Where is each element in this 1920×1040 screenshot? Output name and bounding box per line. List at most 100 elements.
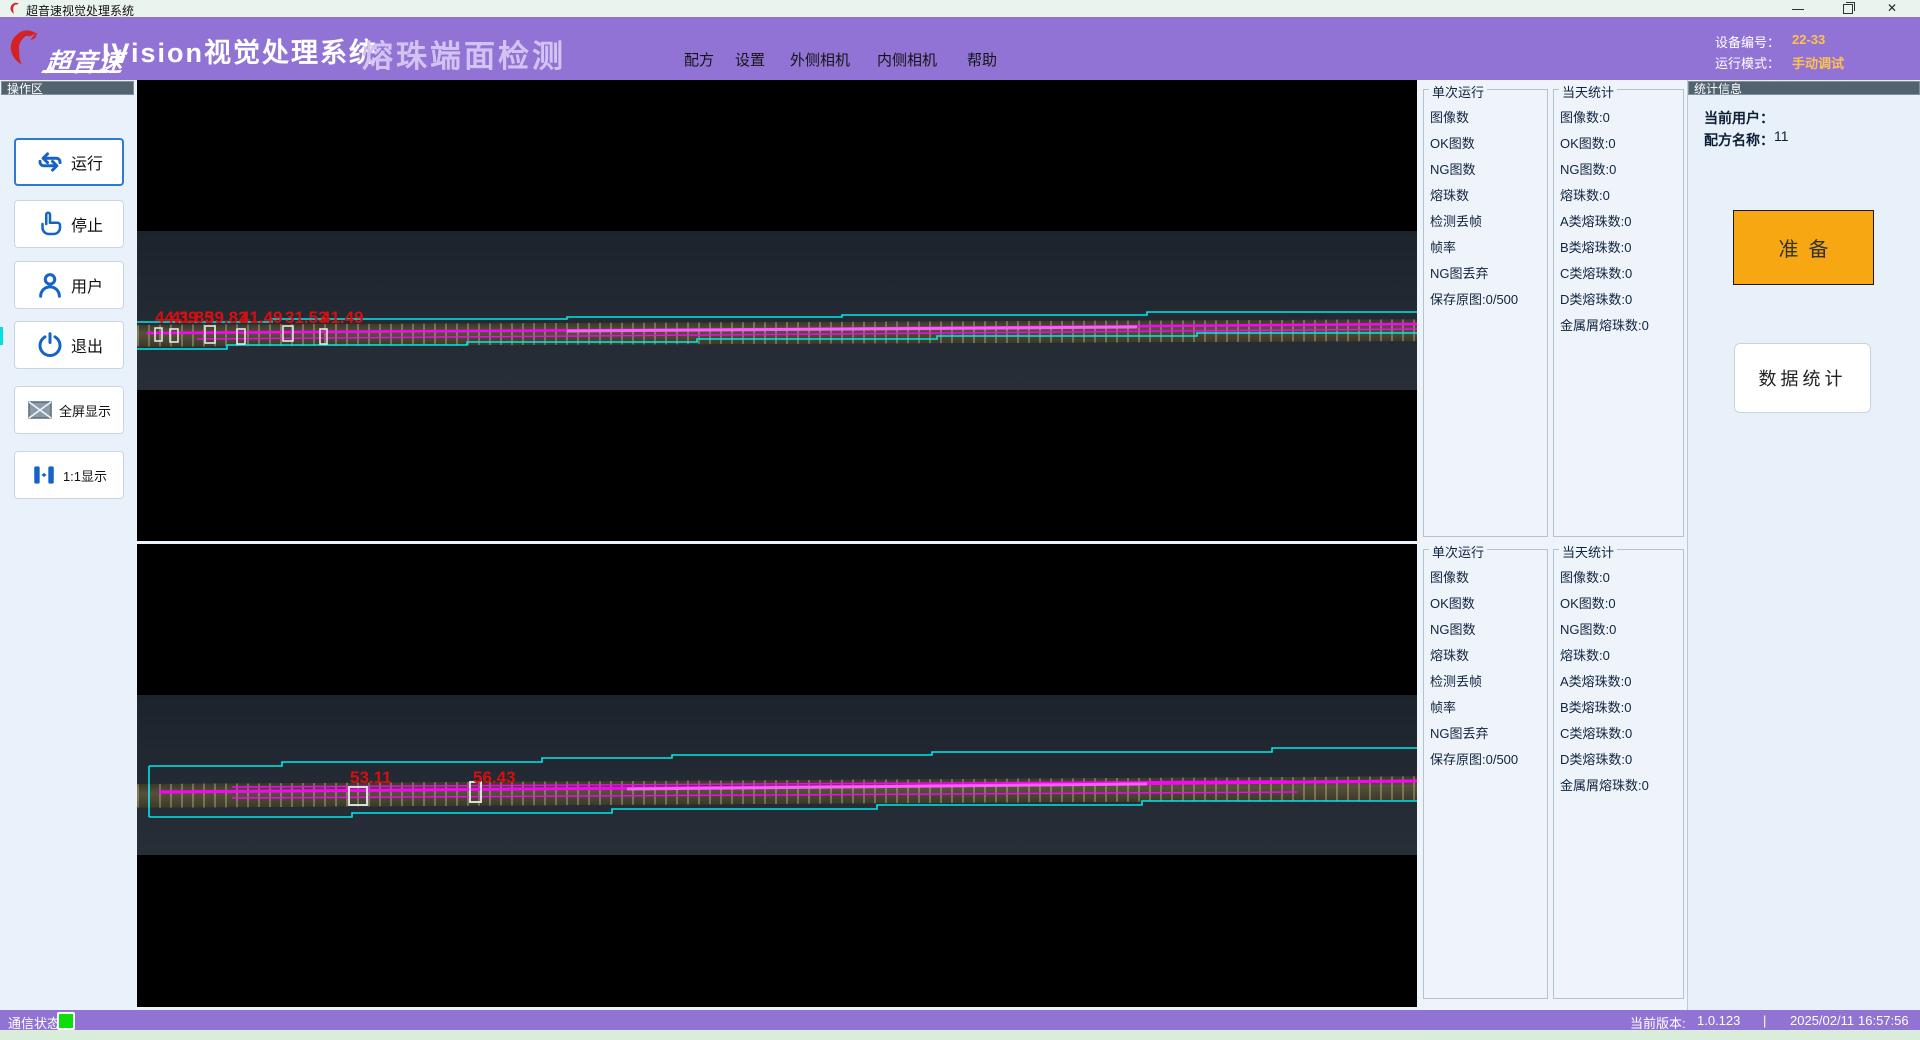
stat-row: NG图丢弃: [1430, 261, 1547, 287]
cyan-contour-bottom: [149, 801, 1417, 817]
exit-button-label: 退出: [71, 333, 103, 357]
menu-outer-camera[interactable]: 外侧相机: [790, 49, 850, 70]
measurement-label: 41.49: [240, 308, 283, 328]
stat-row: D类熔珠数:0: [1560, 747, 1683, 773]
stat-row: 图像数: [1430, 105, 1547, 131]
run-button[interactable]: 运行: [14, 138, 124, 186]
statistics-info-panel: 统计信息 当前用户： 配方名称： 11 准备 数据统计: [1687, 80, 1920, 1010]
one-to-one-button-label: 1:1显示: [63, 466, 107, 485]
groupbox-title: 当天统计: [1559, 542, 1617, 561]
cyan-contour-bottom: [137, 333, 1417, 349]
data-statistics-button[interactable]: 数据统计: [1734, 343, 1871, 413]
status-time: 16:57:56: [1858, 1013, 1909, 1028]
docked-edge-artifact: [0, 327, 3, 345]
run-mode-label: 运行模式：: [1715, 53, 1780, 72]
detection-overlay: [137, 544, 1417, 1007]
measurement-label: 41.49: [321, 308, 364, 328]
stat-row: 金属屑熔珠数:0: [1560, 773, 1683, 799]
stat-row: OK图数: [1430, 591, 1547, 617]
stat-row: A类熔珠数:0: [1560, 669, 1683, 695]
inner-camera-view[interactable]: 53.11 56.43: [137, 544, 1417, 1007]
stat-row: C类熔珠数:0: [1560, 721, 1683, 747]
groupbox-title: 单次运行: [1429, 82, 1487, 101]
stat-row: NG图数: [1430, 617, 1547, 643]
stat-row: 检测丢帧: [1430, 669, 1547, 695]
brand-underline: [41, 70, 109, 73]
stat-row: OK图数: [1430, 131, 1547, 157]
fullscreen-icon: [27, 399, 53, 421]
stat-row: NG图数:0: [1560, 157, 1683, 183]
stat-row: 图像数:0: [1560, 105, 1683, 131]
measurement-label: 56.43: [473, 768, 516, 788]
operation-sidebar: 操作区 运行 停止 用户 退出 全屏显示: [0, 80, 136, 1010]
fullscreen-button-label: 全屏显示: [59, 401, 111, 420]
stat-row: A类熔珠数:0: [1560, 209, 1683, 235]
app-logo-icon: [8, 2, 21, 15]
minimize-button[interactable]: [1778, 0, 1818, 17]
fullscreen-button[interactable]: 全屏显示: [14, 386, 124, 434]
power-icon: [35, 330, 65, 360]
device-number-value: 22-33: [1792, 32, 1825, 47]
stat-row: OK图数:0: [1560, 591, 1683, 617]
device-number-label: 设备编号：: [1715, 32, 1780, 51]
user-icon: [35, 270, 65, 300]
stat-row: B类熔珠数:0: [1560, 235, 1683, 261]
stat-row: 图像数: [1430, 565, 1547, 591]
run-button-label: 运行: [71, 150, 103, 174]
user-button-label: 用户: [71, 273, 103, 297]
restore-button[interactable]: [1828, 0, 1868, 17]
status-divider: |: [1763, 1013, 1766, 1028]
one-to-one-icon: [31, 462, 57, 488]
app-subtitle: 熔珠端面检测: [362, 31, 566, 76]
measurement-label: 53.11: [350, 768, 392, 788]
stat-row: C类熔珠数:0: [1560, 261, 1683, 287]
stat-row: NG图数: [1430, 157, 1547, 183]
outer-camera-view[interactable]: 44.39 41.85 39.83 41.49 31.53 41.49: [137, 80, 1417, 541]
statistics-columns: 单次运行 图像数 OK图数 NG图数 熔珠数 检测丢帧 帧率 NG图丢弃 保存原…: [1417, 80, 1687, 1010]
groupbox-title: 当天统计: [1559, 82, 1617, 101]
stat-row: 帧率: [1430, 235, 1547, 261]
menu-help[interactable]: 帮助: [967, 49, 997, 70]
stat-row: 金属屑熔珠数:0: [1560, 313, 1683, 339]
recipe-name-value: 11: [1774, 128, 1789, 144]
menu-recipe[interactable]: 配方: [684, 49, 714, 70]
stat-row: 帧率: [1430, 695, 1547, 721]
magenta-parallel-line: [232, 792, 1297, 798]
stop-button-label: 停止: [71, 212, 103, 236]
brand-swoosh-icon: [3, 28, 43, 68]
single-run-groupbox-bottom: 单次运行 图像数 OK图数 NG图数 熔珠数 检测丢帧 帧率 NG图丢弃 保存原…: [1423, 549, 1548, 999]
menu-inner-camera[interactable]: 内侧相机: [877, 49, 937, 70]
stat-row: NG图丢弃: [1430, 721, 1547, 747]
stat-row: D类熔珠数:0: [1560, 287, 1683, 313]
stat-row: OK图数:0: [1560, 131, 1683, 157]
hand-stop-icon: [35, 209, 65, 239]
single-run-groupbox-top: 单次运行 图像数 OK图数 NG图数 熔珠数 检测丢帧 帧率 NG图丢弃 保存原…: [1423, 89, 1548, 537]
stat-row: 熔珠数:0: [1560, 183, 1683, 209]
user-button[interactable]: 用户: [14, 261, 124, 309]
app-header: 超音速 IVision视觉处理系统 熔珠端面检测 配方 设置 外侧相机 内侧相机…: [0, 17, 1920, 80]
groupbox-title: 单次运行: [1429, 542, 1487, 561]
run-icon: [35, 147, 65, 177]
one-to-one-button[interactable]: 1:1显示: [14, 451, 124, 499]
stat-row: 图像数:0: [1560, 565, 1683, 591]
comm-status-indicator: [57, 1012, 75, 1030]
cyan-contour-top: [149, 748, 1417, 766]
stat-row: 熔珠数: [1430, 183, 1547, 209]
daily-stats-groupbox-bottom: 当天统计 图像数:0 OK图数:0 NG图数:0 熔珠数:0 A类熔珠数:0 B…: [1553, 549, 1684, 999]
exit-button[interactable]: 退出: [14, 321, 124, 369]
daily-stats-groupbox-top: 当天统计 图像数:0 OK图数:0 NG图数:0 熔珠数:0 A类熔珠数:0 B…: [1553, 89, 1684, 537]
recipe-name-label: 配方名称：: [1704, 130, 1774, 150]
stat-row: 保存原图:0/500: [1430, 747, 1547, 773]
menu-settings[interactable]: 设置: [735, 49, 765, 70]
defect-boxes: [155, 326, 327, 344]
operation-panel-caption: 操作区: [1, 81, 134, 95]
run-mode-value: 手动调试: [1792, 53, 1844, 72]
statistics-info-caption: 统计信息: [1688, 81, 1920, 95]
version-value: 1.0.123: [1697, 1013, 1740, 1028]
close-button[interactable]: ✕: [1874, 0, 1914, 17]
stat-row: 熔珠数:0: [1560, 643, 1683, 669]
prepare-button[interactable]: 准备: [1733, 210, 1874, 285]
stop-button[interactable]: 停止: [14, 200, 124, 248]
desktop-edge-strip: [0, 1030, 1920, 1040]
stat-row: 保存原图:0/500: [1430, 287, 1547, 313]
